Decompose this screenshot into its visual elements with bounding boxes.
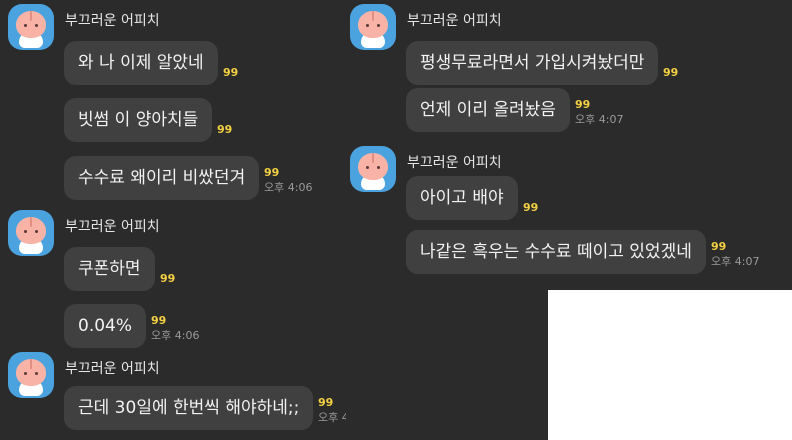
peach-cleft-icon	[30, 217, 32, 227]
unread-count: 99	[523, 201, 539, 214]
message-meta: 99	[523, 202, 538, 214]
message-time: 오후 4:06	[151, 329, 200, 342]
unread-count: 99	[711, 240, 727, 253]
message-meta: 99 오후 4:07	[711, 240, 760, 269]
peach-eye-icon	[24, 230, 27, 233]
unread-count: 99	[151, 314, 167, 327]
peach-cleft-icon	[372, 11, 374, 21]
message-meta: 99 오후 4:06	[151, 314, 200, 343]
peach-eye-icon	[24, 372, 27, 375]
avatar[interactable]	[350, 4, 396, 50]
unread-count: 99	[223, 66, 239, 79]
message-bubble[interactable]: 평생무료라면서 가입시켜놨더만	[406, 41, 659, 85]
message-time: 오후 4:06	[264, 181, 313, 194]
unread-count: 99	[663, 66, 679, 79]
message-bubble[interactable]: 근데 30일에 한번씩 해야하네;;	[64, 386, 314, 430]
peach-cleft-icon	[30, 359, 32, 369]
unread-count: 99	[575, 98, 591, 111]
message-bubble[interactable]: 아이고 배야	[406, 176, 518, 220]
message-bubble[interactable]: 나같은 흑우는 수수료 떼이고 있었겠네	[406, 230, 706, 274]
peach-eye-icon	[35, 372, 38, 375]
peach-eye-icon	[35, 230, 38, 233]
message-bubble[interactable]: 쿠폰하면	[64, 247, 155, 291]
sender-name[interactable]: 부끄러운 어피치	[65, 216, 160, 236]
chat-panel-left: 부끄러운 어피치 와 나 이제 알았네 99 빗썸 이 양아치들 99 수수료 왜이리 비…	[0, 0, 366, 440]
avatar[interactable]	[350, 146, 396, 192]
message-meta: 99 오후 4:06	[264, 166, 313, 195]
peach-cleft-icon	[30, 11, 32, 21]
message-meta: 99	[663, 67, 678, 79]
message-bubble[interactable]: 와 나 이제 알았네	[64, 41, 218, 85]
unread-count: 99	[160, 272, 176, 285]
peach-eye-icon	[377, 24, 380, 27]
message-meta: 99	[223, 67, 238, 79]
peach-cleft-icon	[372, 153, 374, 163]
message-bubble[interactable]: 언제 이리 올려놨음	[406, 88, 570, 132]
sender-name[interactable]: 부끄러운 어피치	[407, 10, 502, 30]
message-meta: 99	[217, 124, 232, 136]
avatar[interactable]	[8, 210, 54, 256]
avatar[interactable]	[8, 4, 54, 50]
peach-eye-icon	[366, 24, 369, 27]
message-bubble[interactable]: 수수료 왜이리 비쌌던겨	[64, 156, 260, 200]
message-time: 오후 4:07	[575, 113, 624, 126]
message-bubble[interactable]: 빗썸 이 양아치들	[64, 98, 213, 142]
peach-eye-icon	[24, 24, 27, 27]
peach-eye-icon	[35, 24, 38, 27]
sender-name[interactable]: 부끄러운 어피치	[65, 358, 160, 378]
unread-count: 99	[217, 123, 233, 136]
sender-name[interactable]: 부끄러운 어피치	[407, 152, 502, 172]
message-time: 오후 4:07	[711, 255, 760, 268]
peach-eye-icon	[377, 166, 380, 169]
message-meta: 99	[160, 273, 175, 285]
sender-name[interactable]: 부끄러운 어피치	[65, 10, 160, 30]
unread-count: 99	[264, 166, 280, 179]
message-bubble[interactable]: 0.04%	[64, 304, 147, 348]
blank-area	[548, 290, 792, 440]
avatar[interactable]	[8, 352, 54, 398]
message-meta: 99 오후 4:07	[575, 98, 624, 127]
peach-eye-icon	[366, 166, 369, 169]
